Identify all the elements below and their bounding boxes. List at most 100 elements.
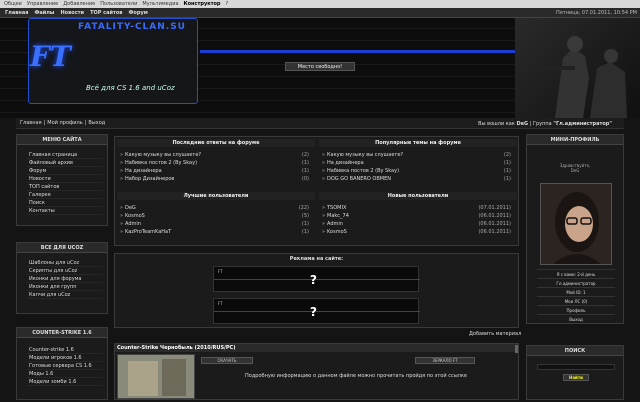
new-users-block: Новые пользователи TSOMIX(07.01.2011) Ma…: [319, 192, 517, 244]
list-item[interactable]: На дизайнера(1): [117, 167, 315, 175]
list-item[interactable]: DeG(22): [117, 204, 315, 212]
add-material-link[interactable]: Добавить материал: [469, 331, 521, 337]
sub-logout[interactable]: Выход: [88, 120, 105, 126]
best-users-block: Лучшие пользователи DeG(22) KosmoS(5) Ad…: [117, 192, 315, 244]
ads-panel: Реклама на сайте: FT ? FT ?: [114, 253, 519, 328]
profile-days: Я с вами: 2-й день: [537, 269, 615, 278]
game-cover-icon: [128, 359, 186, 396]
nav-forum[interactable]: Форум: [128, 10, 147, 16]
nav-top-sites[interactable]: TOP сайтов: [90, 10, 122, 16]
cs-item-zombie-models[interactable]: Модели зомби 1.6: [27, 378, 103, 386]
logo-text: FATALITY-CLAN.SU: [78, 22, 186, 32]
list-item[interactable]: Набор Дизайнеров(0): [117, 175, 315, 183]
mirror-button[interactable]: ЗЕРКАЛО FT: [415, 357, 475, 364]
list-item[interactable]: TSOMIX(07.01.2011): [319, 204, 517, 212]
list-item[interactable]: Какую музыку вы слушаете?(2): [319, 151, 517, 159]
search-panel: ПОИСК Найти: [526, 345, 624, 400]
logo-tagline: Всё для CS 1.6 and uCoz: [86, 84, 175, 92]
group-name-link[interactable]: "Гл.администратор": [553, 121, 612, 127]
admin-menu-add[interactable]: Добавление: [63, 1, 95, 7]
profile-username[interactable]: DeG: [527, 168, 623, 173]
list-item[interactable]: KazProTeamKaHaT(1): [117, 228, 315, 236]
ad-question-icon: ?: [310, 273, 317, 287]
menu-item-news[interactable]: Новости: [27, 175, 103, 183]
list-item[interactable]: Какую музыку вы слушаете?(2): [117, 151, 315, 159]
search-input[interactable]: [537, 364, 615, 370]
profile-logout-link[interactable]: Выход: [537, 314, 615, 323]
user-prefix: Вы вошли как: [478, 121, 515, 127]
menu-item-gallery[interactable]: Галерея: [27, 191, 103, 199]
group-prefix: | Группа: [529, 121, 552, 127]
site-navbar: Главная Файлы Новости TOP сайтов Форум П…: [0, 8, 640, 18]
cs-title: COUNTER-STRIKE 1.6: [17, 328, 107, 338]
mini-profile-title: МИНИ-ПРОФИЛЬ: [527, 135, 623, 145]
cs-item-servers[interactable]: Готовые сервера CS 1.6: [27, 362, 103, 370]
list-item[interactable]: Admin(06.01.2011): [319, 220, 517, 228]
list-item[interactable]: Набивка постов 2 (By Skay)(1): [319, 167, 517, 175]
ucoz-panel: ВСЕ ДЛЯ UCOZ Шаблоны для uCoz Скрипты дл…: [16, 242, 108, 314]
header-accent-line: [200, 50, 520, 53]
admin-menu-management[interactable]: Управление: [27, 1, 58, 7]
list-item[interactable]: Makc_74(06.01.2011): [319, 212, 517, 220]
profile-group: Гл.администратор: [537, 278, 615, 287]
profile-id: Мой ID: 1: [537, 287, 615, 296]
admin-menu-help[interactable]: ?: [226, 1, 229, 7]
profile-link[interactable]: Профиль: [537, 305, 615, 314]
nav-files[interactable]: Файлы: [34, 10, 54, 16]
mini-profile-panel: МИНИ-ПРОФИЛЬ Здравствуйте, DeG Я с вами:…: [526, 134, 624, 324]
ad-banner-2[interactable]: FT ?: [213, 298, 420, 324]
cs-panel: COUNTER-STRIKE 1.6 Counter-strike 1.6 Мо…: [16, 327, 108, 400]
free-ad-place[interactable]: Место свободно!: [285, 62, 355, 71]
search-title: ПОИСК: [527, 346, 623, 356]
sub-home[interactable]: Главная: [20, 120, 42, 126]
admin-menu-multimedia[interactable]: Мультимедиа: [142, 1, 178, 7]
admin-menu-general[interactable]: Общее: [4, 1, 22, 7]
article-description: Подробную информацию о данном файле можн…: [245, 373, 467, 379]
cs-item-player-models[interactable]: Модели игроков 1.6: [27, 354, 103, 362]
menu-item-top[interactable]: ТОП сайтов: [27, 183, 103, 191]
popular-topics-block: Популярные темы на форуме Какую музыку в…: [319, 139, 517, 191]
list-item[interactable]: KosmoS(06.01.2011): [319, 228, 517, 236]
list-item[interactable]: KosmoS(5): [117, 212, 315, 220]
user-name-link[interactable]: DeG: [516, 121, 528, 127]
ucoz-title: ВСЕ ДЛЯ UCOZ: [17, 243, 107, 253]
list-item[interactable]: Набивка постов 2 (By Skay)(1): [117, 159, 315, 167]
site-menu-panel: МЕНЮ САЙТА Главная страница Файловый арх…: [16, 134, 108, 226]
nav-news[interactable]: Новости: [60, 10, 84, 16]
best-users-title: Лучшие пользователи: [117, 192, 315, 200]
ad-ft-label: FT: [218, 269, 223, 274]
article-panel: Counter-Strike Чернобыль (2010/RUS/PC) С…: [114, 343, 519, 400]
scrollbar-thumb[interactable]: [515, 345, 518, 353]
article-title[interactable]: Counter-Strike Чернобыль (2010/RUS/PC): [115, 344, 518, 352]
avatar[interactable]: [540, 183, 612, 265]
admin-menu-constructor[interactable]: Конструктор: [184, 1, 221, 7]
list-item[interactable]: Admin(1): [117, 220, 315, 228]
popular-topics-title: Популярные темы на форуме: [319, 139, 517, 147]
list-item[interactable]: На дизайнера(1): [319, 159, 517, 167]
ucoz-scripts[interactable]: Скрипты для uCoz: [27, 267, 103, 275]
cs-item-mods[interactable]: Моды 1.6: [27, 370, 103, 378]
download-button[interactable]: СКАЧАТЬ: [201, 357, 253, 364]
ucoz-group-icons[interactable]: Иконки для групп: [27, 283, 103, 291]
menu-item-files[interactable]: Файловый архив: [27, 159, 103, 167]
profile-messages-link[interactable]: Мои ЛС (0): [537, 296, 615, 305]
menu-item-forum[interactable]: Форум: [27, 167, 103, 175]
ucoz-forum-icons[interactable]: Иконки для форума: [27, 275, 103, 283]
menu-item-contacts[interactable]: Контакты: [27, 207, 103, 215]
ucoz-captcha[interactable]: Капчи для uCoz: [27, 291, 103, 299]
sub-profile[interactable]: Мой профиль: [47, 120, 82, 126]
menu-item-search[interactable]: Поиск: [27, 199, 103, 207]
ad-banner-1[interactable]: FT ?: [213, 266, 420, 292]
avatar-woman-glasses-icon: [541, 184, 611, 264]
ucoz-templates[interactable]: Шаблоны для uCoz: [27, 259, 103, 267]
cs-item-cs16[interactable]: Counter-strike 1.6: [27, 346, 103, 354]
admin-menu-users[interactable]: Пользователи: [100, 1, 137, 7]
sub-sep: |: [84, 120, 87, 126]
nav-home[interactable]: Главная: [5, 10, 28, 16]
search-button[interactable]: Найти: [563, 374, 589, 381]
list-item[interactable]: DOG GO BANERO OBMEN(1): [319, 175, 517, 183]
ad-question-icon: ?: [310, 305, 317, 319]
menu-item-home[interactable]: Главная страница: [27, 151, 103, 159]
ads-title: Реклама на сайте:: [289, 256, 344, 262]
soldiers-image: [515, 18, 640, 118]
